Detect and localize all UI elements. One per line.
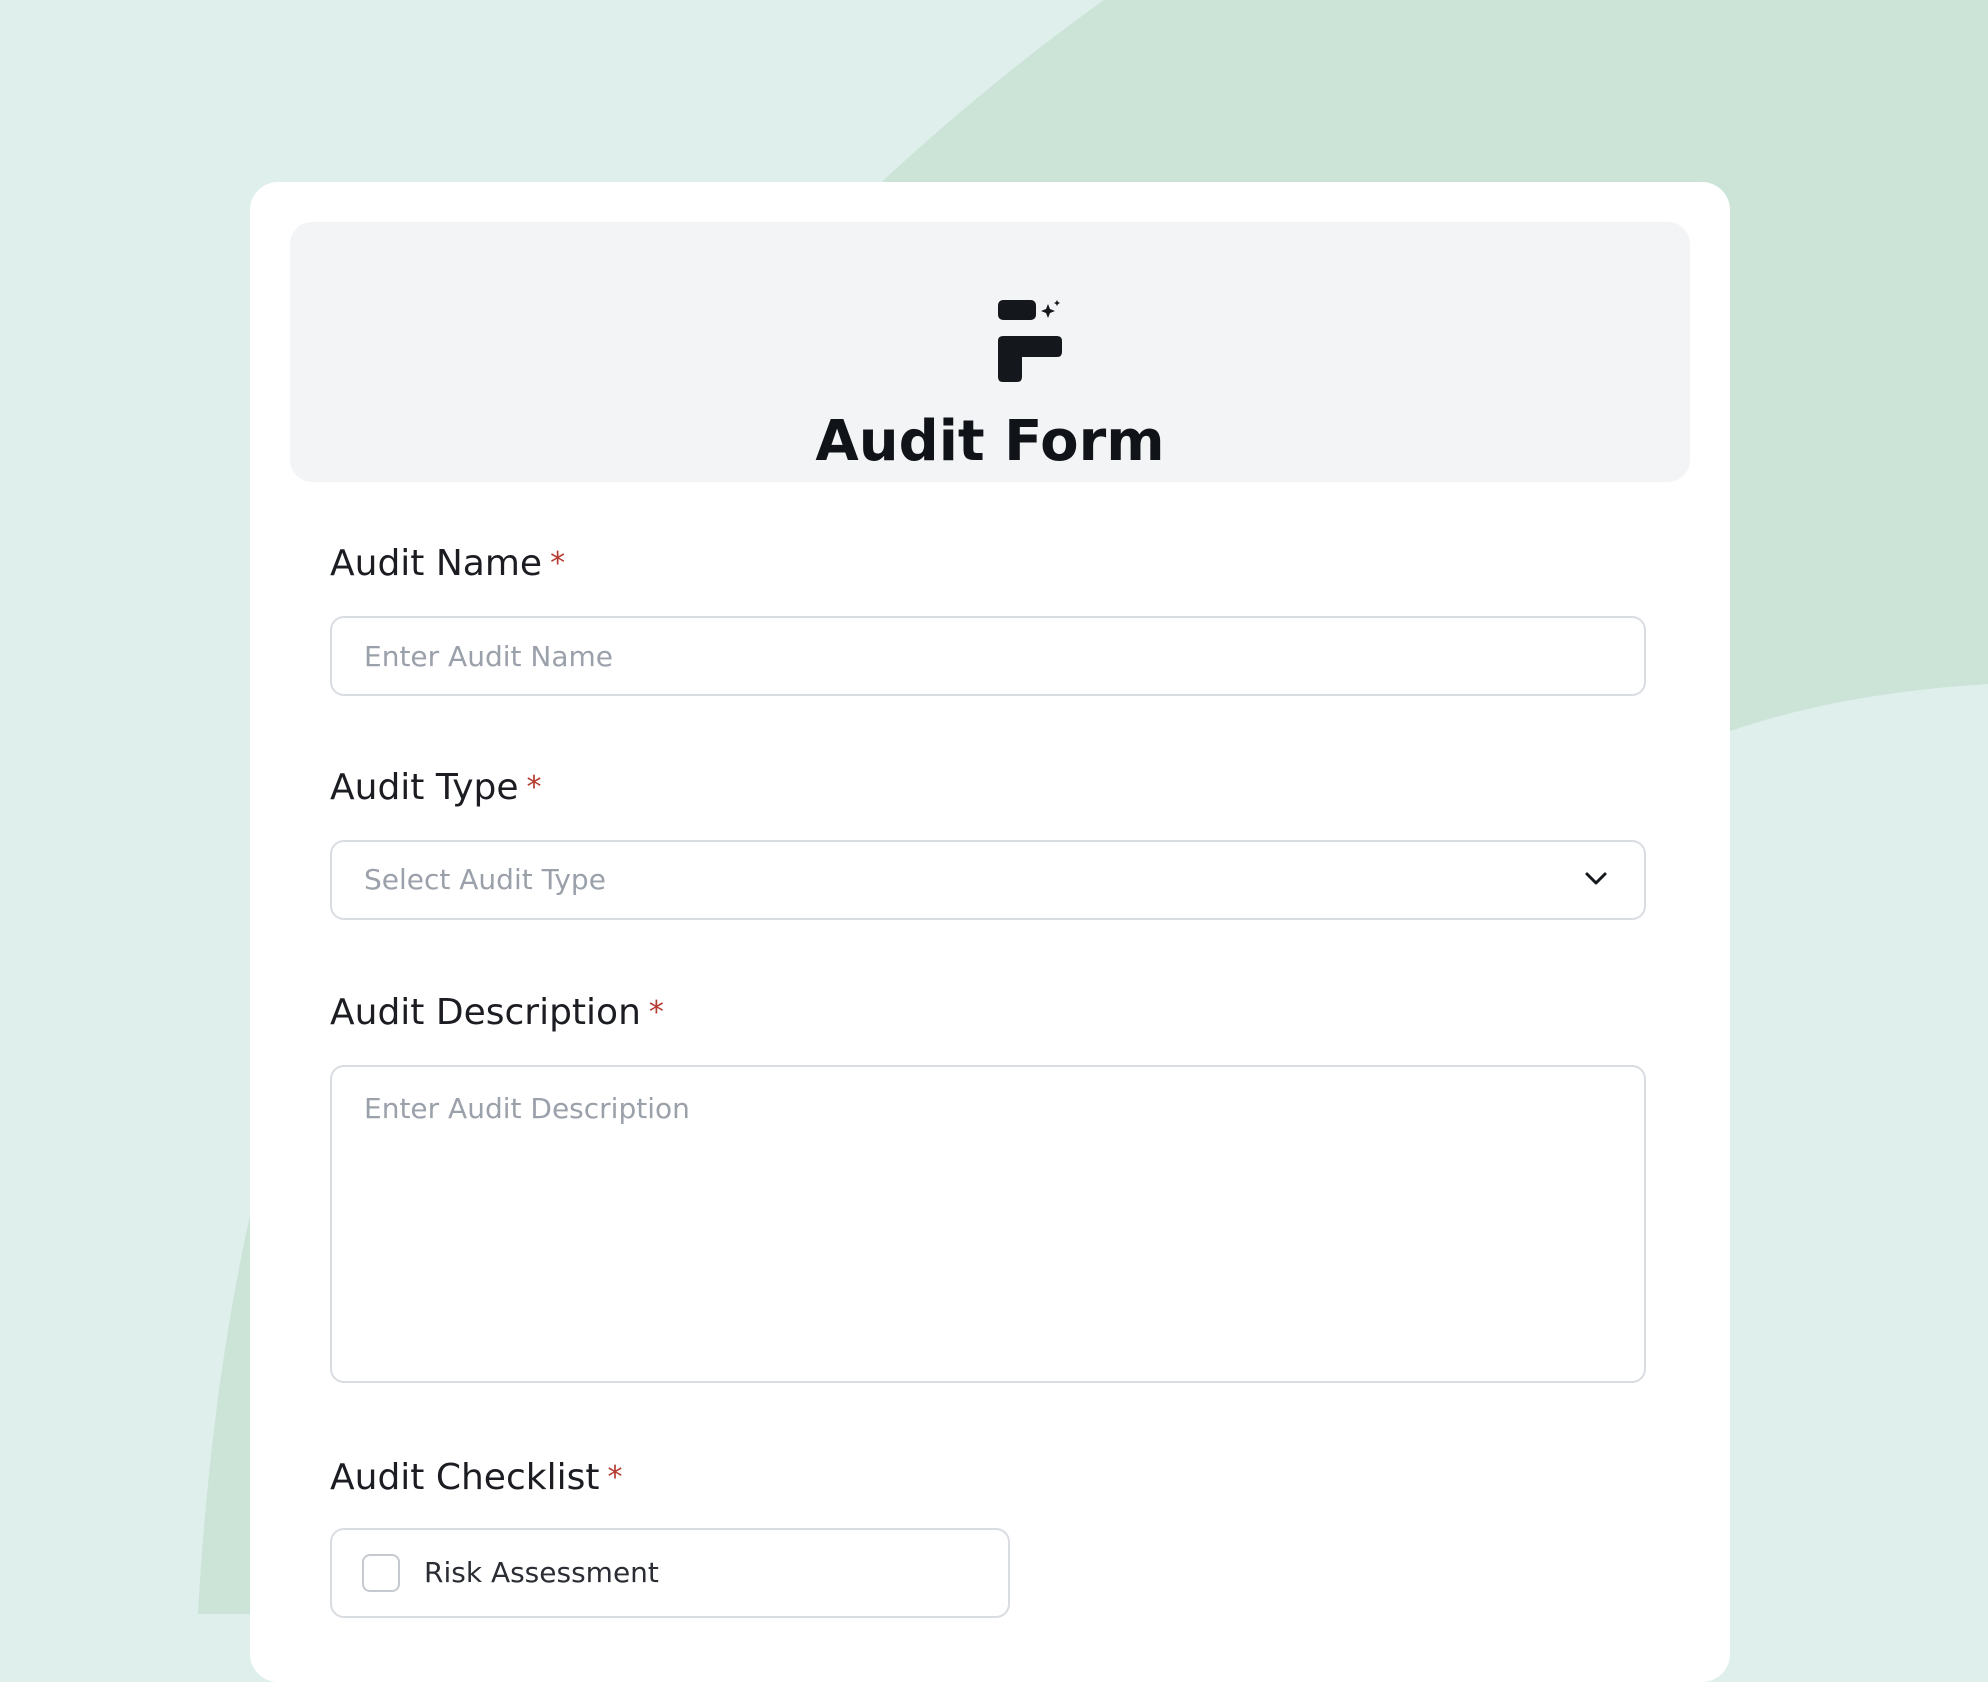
audit-checklist-label-text: Audit Checklist bbox=[330, 1457, 600, 1498]
audit-name-label: Audit Name * bbox=[330, 544, 565, 584]
required-asterisk: * bbox=[526, 770, 542, 805]
form-card: Audit Form Audit Name* Audit Type* Selec… bbox=[250, 182, 1730, 1682]
chevron-down-icon bbox=[1585, 872, 1607, 885]
required-asterisk: * bbox=[648, 995, 664, 1030]
audit-description-label: Audit Description * bbox=[330, 993, 664, 1033]
audit-type-label-text: Audit Type bbox=[330, 767, 519, 808]
checklist-item-risk-assessment[interactable]: Risk Assessment bbox=[330, 1528, 1010, 1618]
audit-description-textarea[interactable] bbox=[330, 1065, 1646, 1383]
audit-name-input[interactable] bbox=[330, 616, 1646, 696]
audit-type-select-value: Select Audit Type bbox=[364, 863, 606, 896]
required-asterisk: * bbox=[550, 546, 566, 581]
audit-type-label: Audit Type * bbox=[330, 768, 542, 808]
audit-description-label-text: Audit Description bbox=[330, 992, 641, 1033]
required-asterisk: * bbox=[607, 1460, 623, 1495]
audit-checklist-label: Audit Checklist * bbox=[330, 1458, 622, 1498]
checklist-item-label: Risk Assessment bbox=[424, 1556, 659, 1589]
form-logo-icon bbox=[998, 300, 1062, 382]
audit-type-select[interactable]: Select Audit Type bbox=[330, 840, 1646, 920]
form-header: Audit Form bbox=[290, 222, 1690, 482]
audit-name-label-text: Audit Name bbox=[330, 543, 543, 584]
checkbox[interactable] bbox=[362, 1554, 400, 1592]
page-title: Audit Form bbox=[815, 409, 1165, 474]
